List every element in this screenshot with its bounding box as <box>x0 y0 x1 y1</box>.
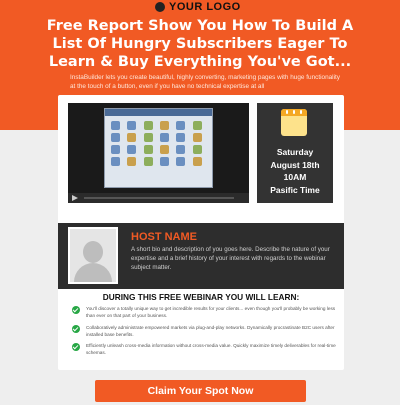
logo[interactable]: YOUR LOGO <box>155 1 241 13</box>
video-thumbnail <box>104 108 213 188</box>
host-bio-section: HOST NAME A short bio and description of… <box>58 223 344 289</box>
video-progress-bar[interactable] <box>84 197 234 199</box>
benefit-text: You'll discover a totally unique way to … <box>86 306 336 318</box>
logo-text: YOUR LOGO <box>169 1 241 13</box>
event-details: Saturday August 18th 10AM Pasific Time <box>257 103 333 203</box>
event-date: August 18th <box>270 159 320 170</box>
event-timezone: Pasific Time <box>270 184 320 195</box>
host-bio-text: A short bio and description of you goes … <box>131 246 330 271</box>
claim-spot-button[interactable]: Claim Your Spot Now <box>95 380 306 402</box>
event-time: 10AM <box>283 172 307 182</box>
video-player[interactable] <box>68 103 249 203</box>
benefit-text: Collaboratively administrate empowered m… <box>86 325 335 337</box>
check-icon <box>72 343 80 351</box>
play-icon[interactable] <box>72 195 78 201</box>
page-headline: Free Report Show You How To Build A List… <box>46 18 354 70</box>
calendar-icon <box>281 109 307 136</box>
check-icon <box>72 325 80 333</box>
learn-heading: DURING THIS FREE WEBINAR YOU WILL LEARN: <box>102 292 300 302</box>
event-day: Saturday <box>276 147 314 157</box>
benefit-text: Efficiently unleash cross-media informat… <box>86 343 336 355</box>
host-name: HOST NAME <box>131 231 197 243</box>
logo-mark-icon <box>155 2 165 12</box>
host-avatar <box>68 227 118 284</box>
page-subheadline: InstaBuilder lets you create beautiful, … <box>70 74 340 90</box>
check-icon <box>72 306 80 314</box>
video-controls <box>68 193 249 203</box>
